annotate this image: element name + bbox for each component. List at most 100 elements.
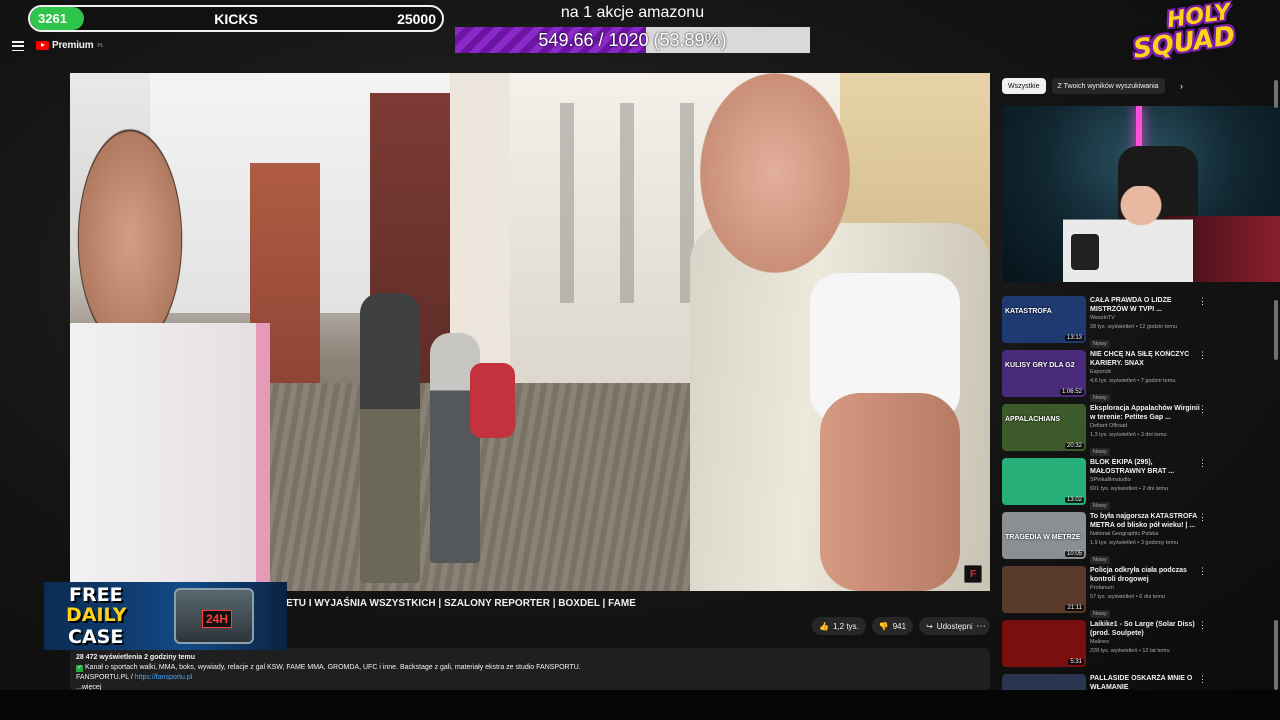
video-meta: 1,9 tys. wyświetleń • 3 godziny temu — [1090, 540, 1179, 546]
video-info: BLOK EKIPA (295), MAŁOSTRAWNY BRAT ... S… — [1090, 458, 1202, 512]
video-meta: 4,6 tys. wyświetleń • 7 godzin temu — [1090, 378, 1176, 384]
video-thumbnail[interactable]: 5:31 — [1002, 620, 1086, 667]
free-daily-case-banner[interactable]: FREE DAILY CASE 24H — [44, 582, 287, 650]
video-thumbnail[interactable]: KULISY GRY DLA G2 1:06:52 — [1002, 350, 1086, 397]
video-actions: 👍 1,2 tys. 👎 941 ↪ Udostępnij — [812, 617, 982, 635]
dislike-count: 941 — [892, 621, 907, 631]
new-badge: Nowy — [1090, 340, 1110, 348]
thumbnail-text: TRAGEDIA W METRZE — [1005, 534, 1081, 541]
recommendation-item[interactable]: KATASTROFA 13:13 CAŁA PRAWDA O LIDZE MIS… — [1002, 296, 1272, 350]
more-options-icon[interactable]: ⋮ — [1198, 512, 1207, 523]
thumbs-up-icon: 👍 — [819, 621, 829, 631]
more-options-icon[interactable]: ⋮ — [1198, 620, 1207, 631]
logo-text: Premium — [52, 40, 94, 51]
views-and-date: 28 472 wyświetlenia 2 godziny temu — [76, 654, 196, 661]
channel-name[interactable]: Profanum — [1090, 584, 1202, 593]
channel-watermark-icon[interactable]: F — [964, 565, 982, 583]
share-icon: ↪ — [926, 621, 933, 631]
new-badge: Nowy — [1090, 502, 1110, 510]
video-title: ETU I WYJAŚNIA WSZYSTKICH | SZALONY REPO… — [286, 598, 636, 609]
recommendation-item[interactable]: KULISY GRY DLA G2 1:06:52 NIE CHCĘ NA SI… — [1002, 350, 1272, 404]
amazon-progress-text: 549.66 / 1020 (53.89%) — [538, 30, 727, 50]
new-badge: Nowy — [1090, 556, 1110, 564]
channel-name[interactable]: SPinkafilmstudio — [1090, 476, 1202, 485]
description-prefix: FANSPORTU.PL / — [76, 674, 135, 681]
recommendations-list: KATASTROFA 13:13 CAŁA PRAWDA O LIDZE MIS… — [1002, 296, 1272, 720]
thumbnail-text: KULISY GRY DLA G2 — [1005, 362, 1075, 369]
video-title[interactable]: Policja odkryła ciała podczas kontroli d… — [1090, 566, 1202, 584]
share-label: Udostępnij — [936, 621, 975, 631]
video-thumbnail[interactable]: TRAGEDIA W METRZE 10:05 — [1002, 512, 1086, 559]
recommendation-item[interactable]: 5:31 Laikike1 - So Large (Solar Diss) (p… — [1002, 620, 1272, 674]
lower-scrollbar[interactable] — [1274, 620, 1278, 690]
video-info: Policja odkryła ciała podczas kontroli d… — [1090, 566, 1202, 620]
video-info: Eksploracja Appalachów Wirginii w tereni… — [1090, 404, 1202, 458]
video-duration: 5:31 — [1068, 659, 1084, 665]
recommendation-item[interactable]: APPALACHIANS 20:32 Eksploracja Appalachó… — [1002, 404, 1272, 458]
like-count: 1,2 tys. — [832, 621, 859, 631]
amazon-goal-title: na 1 akcje amazonu — [560, 4, 705, 21]
video-title[interactable]: To była najgorsza KATASTROFA METRA od bl… — [1090, 512, 1202, 530]
checkmark-icon: ✓ — [76, 665, 83, 672]
more-options-icon[interactable]: ⋮ — [1198, 566, 1207, 577]
dislike-button[interactable]: 👎 941 — [871, 617, 914, 635]
amazon-goal-bar: 549.66 / 1020 (53.89%) — [455, 27, 810, 53]
recommendation-item[interactable]: 21:11 Policja odkryła ciała podczas kont… — [1002, 566, 1272, 620]
video-duration: 13:13 — [1064, 335, 1084, 341]
video-thumbnail[interactable]: APPALACHIANS 20:32 — [1002, 404, 1086, 451]
video-thumbnail[interactable]: 13:02 — [1002, 458, 1086, 505]
channel-name[interactable]: Malines — [1090, 638, 1202, 647]
video-meta: 28 tys. wyświetleń • 12 godzin temu — [1090, 324, 1177, 330]
video-meta: 57 tys. wyświetleń • 6 dni temu — [1090, 594, 1165, 600]
video-duration: 10:05 — [1064, 551, 1084, 557]
chips-scrollbar[interactable] — [1274, 80, 1278, 108]
video-player[interactable]: F — [70, 73, 990, 591]
youtube-premium-logo[interactable]: Premium PL — [36, 40, 104, 51]
fansportu-link[interactable]: https://fansportu.pl — [135, 674, 193, 681]
treasure-chest-icon: 24H — [174, 588, 254, 644]
bottom-bar — [0, 690, 1280, 720]
video-meta: 601 tys. wyświetleń • 2 dni temu — [1090, 486, 1169, 492]
more-actions-button[interactable]: ⋯ — [972, 617, 990, 635]
video-title[interactable]: Laikike1 - So Large (Solar Diss) (prod. … — [1090, 620, 1202, 638]
more-options-icon[interactable]: ⋮ — [1198, 674, 1207, 685]
description-line: Kanał o sportach walki, MMA, boks, wywia… — [85, 664, 581, 671]
more-options-icon[interactable]: ⋮ — [1198, 458, 1207, 469]
video-thumbnail[interactable]: 21:11 — [1002, 566, 1086, 613]
video-title[interactable]: CAŁA PRAWDA O LIDZE MISTRZÓW W TVPI ... — [1090, 296, 1202, 314]
menu-icon[interactable] — [12, 41, 24, 51]
new-badge: Nowy — [1090, 448, 1110, 456]
chevron-right-icon[interactable]: › — [1175, 79, 1189, 93]
video-description[interactable]: 28 472 wyświetlenia 2 godziny temu ✓ Kana… — [70, 648, 990, 692]
thumbnail-text: APPALACHIANS — [1005, 416, 1061, 423]
video-title[interactable]: BLOK EKIPA (295), MAŁOSTRAWNY BRAT ... — [1090, 458, 1202, 476]
video-thumbnail[interactable]: KATASTROFA 13:13 — [1002, 296, 1086, 343]
chip-all[interactable]: Wszystkie — [1002, 78, 1046, 94]
more-options-icon[interactable]: ⋮ — [1198, 350, 1207, 361]
video-duration: 13:02 — [1064, 497, 1084, 503]
video-duration: 1:06:52 — [1059, 389, 1084, 395]
logo-region: PL — [97, 42, 104, 49]
video-meta: 1,3 tys. wyświetleń • 3 dni temu — [1090, 432, 1167, 438]
video-title[interactable]: NIE CHCĘ NA SIŁĘ KOŃCZYĆ KARIERY. SNAX — [1090, 350, 1202, 368]
new-badge: Nowy — [1090, 394, 1110, 402]
video-title[interactable]: Eksploracja Appalachów Wirginii w tereni… — [1090, 404, 1202, 422]
channel-name[interactable]: WeszloTV — [1090, 314, 1202, 323]
more-options-icon[interactable]: ⋮ — [1198, 404, 1207, 415]
kicks-goal: 25000 — [397, 11, 436, 27]
more-options-icon[interactable]: ⋮ — [1198, 296, 1207, 307]
holy-squad-logo: HOLY SQUAD — [1131, 0, 1238, 65]
channel-name[interactable]: National Geographic Polska — [1090, 530, 1202, 539]
recommendation-item[interactable]: 13:02 BLOK EKIPA (295), MAŁOSTRAWNY BRAT… — [1002, 458, 1272, 512]
recommendation-item[interactable]: TRAGEDIA W METRZE 10:05 To była najgorsz… — [1002, 512, 1272, 566]
channel-name[interactable]: Defiant Offroad — [1090, 422, 1202, 431]
new-badge: Nowy — [1090, 610, 1110, 618]
channel-name[interactable]: Esporcik — [1090, 368, 1202, 377]
video-duration: 21:11 — [1065, 605, 1084, 611]
video-meta: 228 tys. wyświetleń • 12 lat temu — [1090, 648, 1170, 654]
video-duration: 20:32 — [1064, 443, 1084, 449]
like-button[interactable]: 👍 1,2 tys. — [812, 617, 866, 635]
chip-from-search[interactable]: Z Twoich wyników wyszukiwania — [1051, 78, 1165, 94]
page-scrollbar[interactable] — [1274, 300, 1278, 360]
kicks-label: KICKS — [214, 11, 258, 27]
